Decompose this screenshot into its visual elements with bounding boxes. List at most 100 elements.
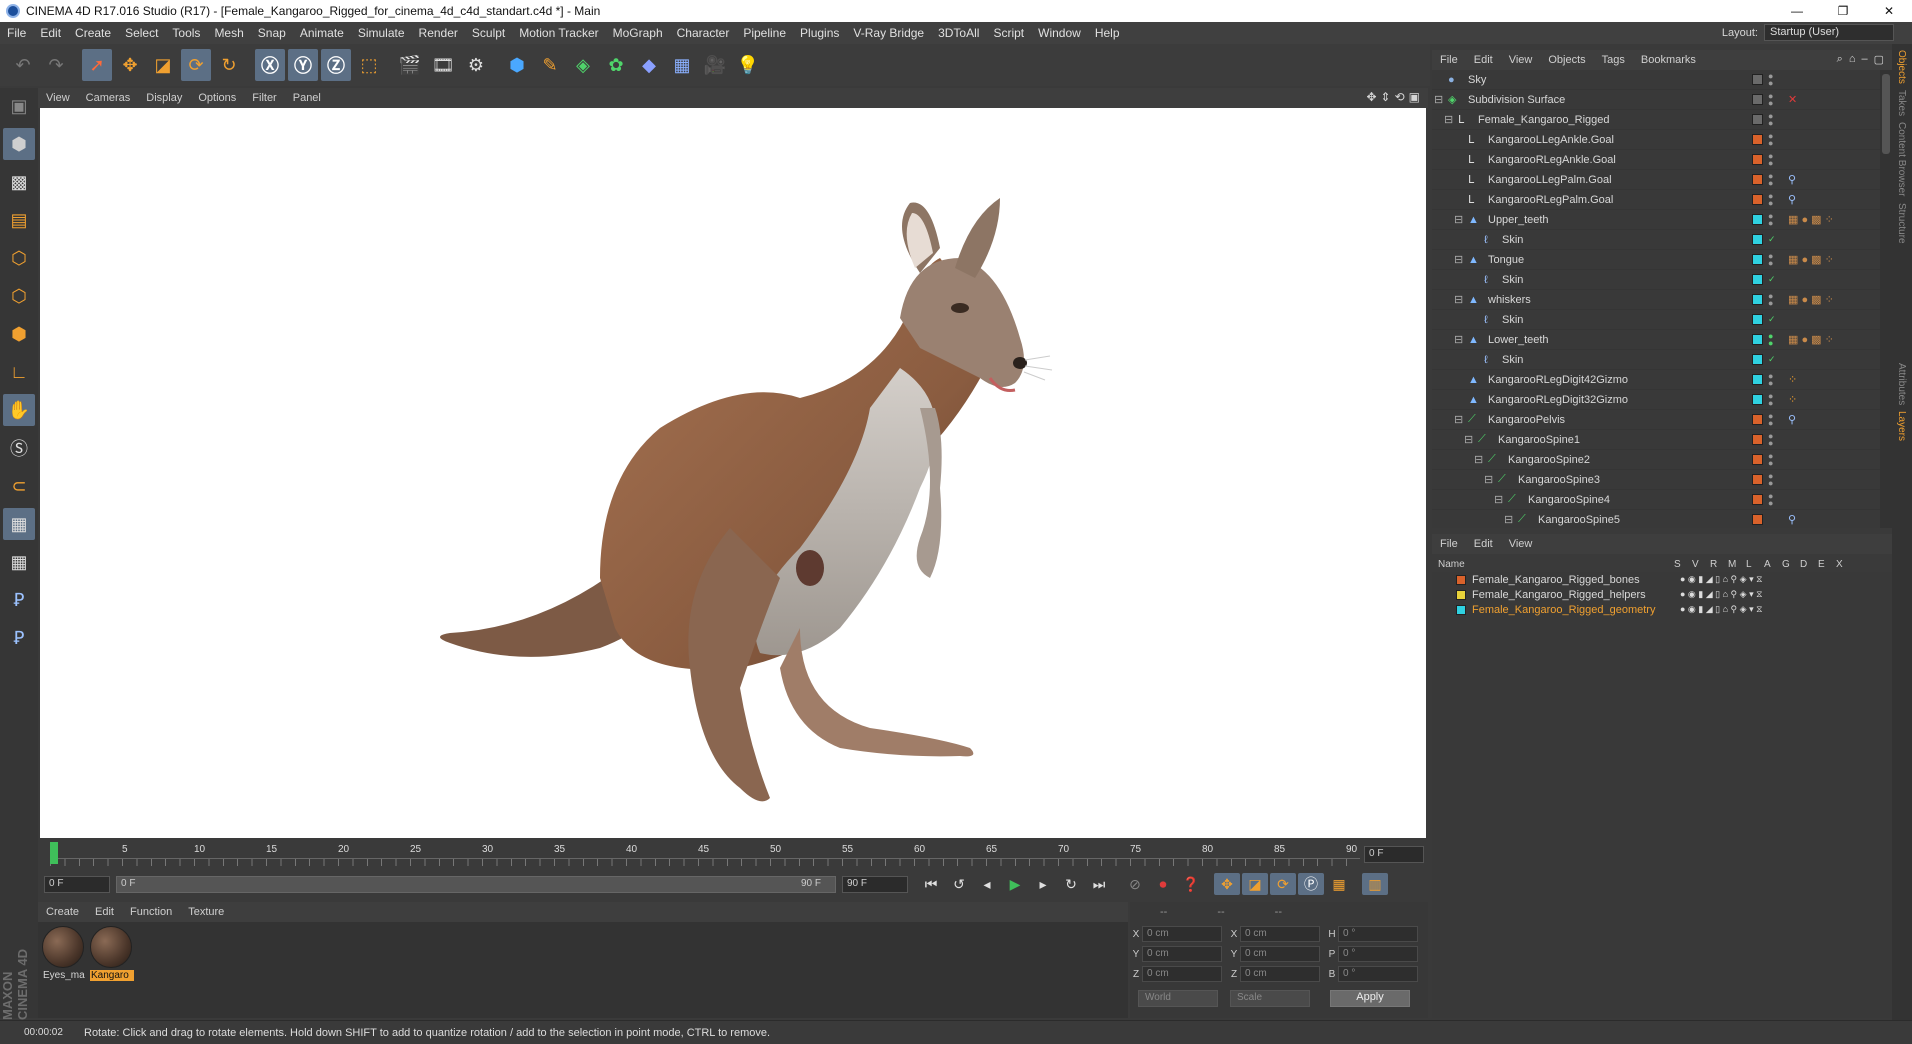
rotation-b-field[interactable]: 0 ° [1338, 966, 1418, 982]
viewport-menu-cameras[interactable]: Cameras [78, 92, 139, 104]
om-menu-objects[interactable]: Objects [1540, 54, 1593, 66]
tab-objects[interactable]: Objects [1896, 50, 1907, 84]
ik-tag-icon[interactable]: ⚲ [1788, 513, 1796, 526]
visibility-dots[interactable]: ● ● [1768, 491, 1773, 507]
position-z-field[interactable]: 0 cm [1142, 966, 1222, 982]
object-row[interactable]: ⊟ ⟋ KangarooSpine2 ● ● [1432, 450, 1880, 470]
current-frame-field[interactable]: 0 F [1364, 846, 1424, 863]
layout-select[interactable]: Startup (User) [1764, 24, 1894, 41]
visibility-dots[interactable]: ● ● [1768, 251, 1773, 267]
object-row[interactable]: ⊟ ▲ whiskers ● ● ▦ ● ▩ ⁘ [1432, 290, 1880, 310]
render-picture-viewer-icon[interactable]: 🎞 [428, 49, 458, 81]
object-row[interactable]: Ⅼ KangarooRLegAnkle.Goal ● ● [1432, 150, 1880, 170]
menu-create[interactable]: Create [68, 26, 118, 40]
layer-col-l[interactable]: L [1746, 559, 1764, 570]
model-mode-icon[interactable]: ⬢ [3, 128, 35, 160]
object-row[interactable]: ⊟ ⟋ KangarooSpine1 ● ● [1432, 430, 1880, 450]
menu-help[interactable]: Help [1088, 26, 1127, 40]
object-row[interactable]: ⊟ ▲ Upper_teeth ● ● ▦ ● ▩ ⁘ [1432, 210, 1880, 230]
lm-menu-view[interactable]: View [1501, 538, 1541, 550]
object-row[interactable]: ⊟ ⟋ KangarooSpine3 ● ● [1432, 470, 1880, 490]
constraint-tag-icon[interactable]: ⁘ [1788, 373, 1797, 386]
points-mode-icon[interactable]: ⬡ [3, 242, 35, 274]
coordinate-system-icon[interactable]: ⬚ [354, 49, 384, 81]
frame-range-slider[interactable]: 0 F 90 F [116, 875, 836, 893]
layer-col-g[interactable]: G [1782, 559, 1800, 570]
om-menu-view[interactable]: View [1501, 54, 1541, 66]
polygons-mode-icon[interactable]: ⬢ [3, 318, 35, 350]
expand-toggle-icon[interactable]: ⊟ [1504, 513, 1513, 526]
end-frame-field[interactable]: 90 F [842, 875, 908, 893]
material-tags-icon[interactable]: ▦ ● ▩ ⁘ [1788, 293, 1834, 306]
3d-viewport[interactable] [40, 108, 1426, 838]
constraint-tag-icon[interactable]: ⁘ [1788, 393, 1797, 406]
check-icon[interactable]: ✓ [1768, 355, 1776, 364]
expand-toggle-icon[interactable]: ⊟ [1454, 413, 1463, 426]
viewport-menu-panel[interactable]: Panel [285, 92, 329, 104]
y-axis-icon[interactable]: Ⓨ [288, 49, 318, 81]
menu-file[interactable]: File [0, 26, 33, 40]
tweak-mode-icon[interactable]: ✋ [3, 394, 35, 426]
layer-col-s[interactable]: S [1674, 559, 1692, 570]
visibility-dots[interactable]: ● ● [1768, 211, 1773, 227]
go-to-start-icon[interactable]: ⏮ [918, 873, 944, 895]
cube-icon[interactable]: ⬢ [502, 49, 532, 81]
search-icon[interactable]: ⌕ [1837, 53, 1843, 66]
menu-mograph[interactable]: MoGraph [606, 26, 670, 40]
object-row[interactable]: ▲ KangarooRLegDigit32Gizmo ● ● ⁘ [1432, 390, 1880, 410]
layer-col-a[interactable]: A [1764, 559, 1782, 570]
lm-menu-file[interactable]: File [1432, 538, 1466, 550]
tab-takes[interactable]: Takes [1896, 90, 1907, 116]
record-active-icon[interactable]: ⏺ [1150, 873, 1176, 895]
key-position-icon[interactable]: ✥ [1214, 873, 1240, 895]
visibility-dots[interactable]: ● ● [1768, 111, 1773, 127]
object-row[interactable]: ⊟ ▲ Lower_teeth ● ● ▦ ● ▩ ⁘ [1432, 330, 1880, 350]
menu-sculpt[interactable]: Sculpt [465, 26, 512, 40]
object-row[interactable]: ℓ Skin ✓ [1432, 310, 1880, 330]
expand-toggle-icon[interactable]: ⊟ [1484, 473, 1493, 486]
visibility-dots[interactable]: ● ● [1768, 331, 1773, 347]
python-script-icon[interactable]: Ꝑ [3, 622, 35, 654]
viewport-menu-view[interactable]: View [38, 92, 78, 104]
object-row[interactable]: ⊟ Ⅼ Female_Kangaroo_Rigged ● ● [1432, 110, 1880, 130]
playhead[interactable] [50, 842, 58, 864]
z-axis-icon[interactable]: Ⓩ [321, 49, 351, 81]
deformer-icon[interactable]: ◆ [634, 49, 664, 81]
tab-layers[interactable]: Layers [1896, 411, 1907, 441]
menu-snap[interactable]: Snap [251, 26, 293, 40]
motion-record-icon[interactable]: ⊘ [1122, 873, 1148, 895]
menu-character[interactable]: Character [670, 26, 737, 40]
rotation-h-field[interactable]: 0 ° [1338, 926, 1418, 942]
layer-row[interactable]: Female_Kangaroo_Rigged_bones ● ◉ ▮ ◢ ▯ ⌂… [1432, 572, 1892, 587]
tab-attributes[interactable]: Attributes [1896, 363, 1907, 405]
disabled-x-icon[interactable]: ✕ [1788, 93, 1797, 106]
snap-magnet-icon[interactable]: ⊂ [3, 470, 35, 502]
restore-button[interactable]: ❐ [1820, 0, 1866, 22]
ik-tag-icon[interactable]: ⚲ [1788, 173, 1796, 186]
object-row[interactable]: ℓ Skin ✓ [1432, 270, 1880, 290]
key-scale-icon[interactable]: ◪ [1242, 873, 1268, 895]
x-axis-icon[interactable]: Ⓧ [255, 49, 285, 81]
expand-toggle-icon[interactable]: ⊟ [1454, 213, 1463, 226]
texture-mode-icon[interactable]: ▩ [3, 166, 35, 198]
menu-select[interactable]: Select [118, 26, 165, 40]
camera-icon[interactable]: 🎥 [700, 49, 730, 81]
pen-spline-icon[interactable]: ✎ [535, 49, 565, 81]
om-menu-tags[interactable]: Tags [1594, 54, 1633, 66]
timeline-window-icon[interactable]: ▥ [1362, 873, 1388, 895]
visibility-dots[interactable]: ● ● [1768, 371, 1773, 387]
object-row[interactable]: ⊟ ▲ Tongue ● ● ▦ ● ▩ ⁘ [1432, 250, 1880, 270]
key-pla-icon[interactable]: ▦ [1326, 873, 1352, 895]
object-tree-scrollbar[interactable] [1880, 70, 1892, 528]
visibility-dots[interactable]: ● ● [1768, 391, 1773, 407]
object-row[interactable]: Ⅼ KangarooRLegPalm.Goal ● ● ⚲ [1432, 190, 1880, 210]
menu-script[interactable]: Script [986, 26, 1031, 40]
object-row[interactable]: ⊟ ⟋ KangarooSpine4 ● ● [1432, 490, 1880, 510]
material-menu-function[interactable]: Function [122, 906, 180, 918]
key-parameter-icon[interactable]: Ⓟ [1298, 873, 1324, 895]
visibility-dots[interactable]: ● ● [1768, 431, 1773, 447]
go-to-end-icon[interactable]: ⏭ [1086, 873, 1112, 895]
start-frame-field[interactable]: 0 F [44, 875, 110, 893]
om-menu-file[interactable]: File [1432, 54, 1466, 66]
expand-toggle-icon[interactable]: ⊟ [1454, 293, 1463, 306]
